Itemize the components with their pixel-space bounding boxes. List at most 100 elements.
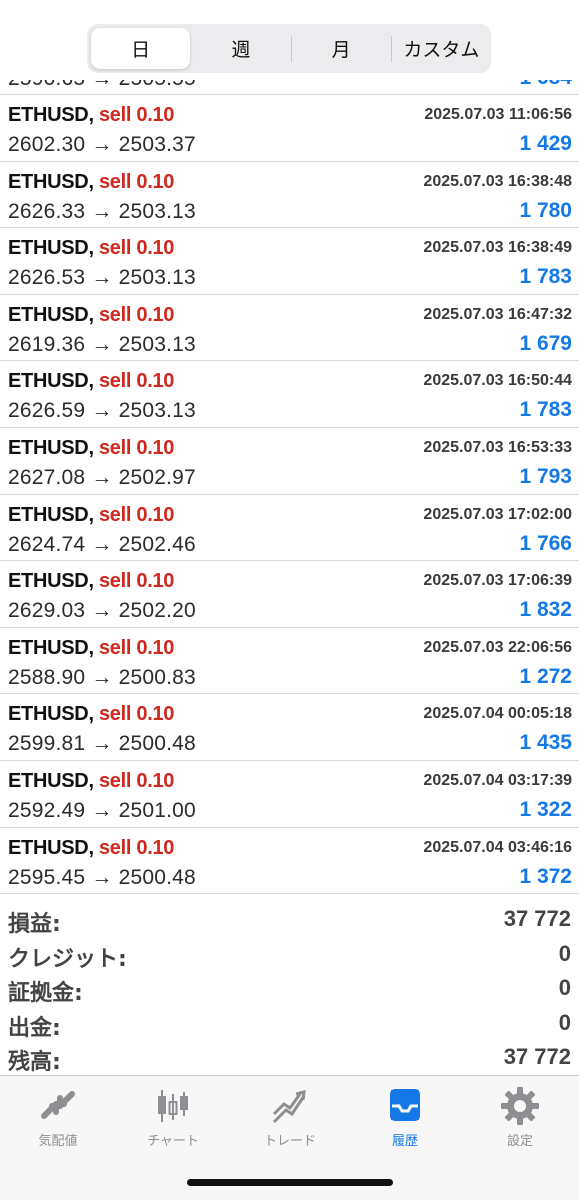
tab-settings-label: 設定	[506, 1134, 533, 1149]
trade-time: 2025.07.03 16:53:33	[423, 438, 572, 456]
period-month-tab[interactable]: 月	[292, 28, 391, 69]
quotes-icon	[41, 1091, 75, 1119]
trade-side: sell 0.10	[98, 436, 175, 459]
trade-side: sell 0.10	[98, 636, 175, 659]
period-week-tab[interactable]: 週	[191, 28, 290, 69]
trade-time: 2025.07.03 22:06:56	[423, 638, 572, 656]
trade-profit: 1 783	[519, 265, 572, 289]
trade-row[interactable]: ETHUSD, sell 0.10 2025.07.03 11:06:56 2602…	[0, 95, 579, 162]
trade-symbol: ETHUSD, sell 0.10	[8, 504, 174, 527]
trade-row[interactable]: ETHUSD, sell 0.10 2025.07.03 16:38:48 2626…	[0, 162, 579, 229]
symbol-text: ETHUSD	[8, 769, 89, 792]
open-price: 2624.74	[8, 532, 86, 556]
trade-prices: 2627.08 → 2502.97	[8, 466, 196, 490]
open-price: 2629.03	[8, 599, 86, 623]
symbol-separator: ,	[88, 370, 99, 393]
symbol-text: ETHUSD	[8, 436, 89, 459]
tab-trade[interactable]: トレード	[250, 1086, 330, 1149]
tab-history[interactable]: 履歴	[365, 1086, 445, 1149]
summary-label: 証拠金:	[8, 981, 83, 1006]
open-price: 2588.90	[8, 665, 86, 689]
close-price: 2502.20	[118, 599, 196, 623]
summary-label: 損益:	[8, 912, 61, 937]
trade-symbol: ETHUSD, sell 0.10	[8, 837, 174, 860]
symbol-text: ETHUSD	[8, 836, 89, 859]
trade-time: 2025.07.04 00:05:18	[423, 705, 572, 723]
trade-prices: 2602.30 → 2503.37	[8, 133, 196, 157]
tab-history-label: 履歴	[391, 1134, 418, 1149]
trade-row[interactable]: ETHUSD, sell 0.10 2025.07.03 16:38:49 2626…	[0, 228, 579, 295]
trade-row[interactable]: ETHUSD, sell 0.10 2025.07.04 00:05:18 2599…	[0, 694, 579, 761]
trade-history-list[interactable]: 2590.65 → 2505.55 1 684 ETHUSD, sell 0.1…	[0, 62, 579, 897]
summary-label: クレジット:	[8, 946, 127, 972]
close-price: 2503.13	[118, 199, 196, 223]
open-price: 2595.45	[8, 865, 86, 889]
arrow-icon: →	[85, 865, 119, 889]
trade-symbol: ETHUSD, sell 0.10	[8, 703, 174, 726]
trade-profit: 1 766	[519, 531, 572, 555]
trade-side: sell 0.10	[98, 703, 175, 726]
trade-prices: 2595.45 → 2500.48	[8, 866, 196, 890]
symbol-separator: ,	[88, 636, 99, 659]
summary-value: 37 772	[503, 906, 571, 931]
home-indicator	[187, 1179, 393, 1186]
trade-profit: 1 435	[519, 731, 572, 755]
symbol-text: ETHUSD	[8, 170, 89, 193]
trade-row[interactable]: ETHUSD, sell 0.10 2025.07.03 16:53:33 2627…	[0, 428, 579, 495]
trade-row[interactable]: ETHUSD, sell 0.10 2025.07.03 17:06:39 2629…	[0, 561, 579, 628]
summary-row: クレジット: 0	[0, 939, 579, 974]
trade-row[interactable]: ETHUSD, sell 0.10 2025.07.03 22:06:56 2588…	[0, 628, 579, 695]
tab-trade-label: トレード	[263, 1134, 316, 1149]
close-price: 2500.83	[118, 665, 196, 689]
symbol-text: ETHUSD	[8, 636, 89, 659]
trade-prices: 2624.74 → 2502.46	[8, 533, 196, 557]
symbol-separator: ,	[88, 570, 99, 593]
symbol-separator: ,	[88, 836, 99, 859]
tab-settings[interactable]: 設定	[480, 1086, 560, 1149]
trade-side: sell 0.10	[98, 370, 175, 393]
symbol-separator: ,	[88, 303, 99, 326]
trade-row[interactable]: ETHUSD, sell 0.10 2025.07.04 03:46:16 2595…	[0, 828, 579, 895]
trade-side: sell 0.10	[98, 503, 175, 526]
tab-quotes[interactable]: 気配値	[18, 1086, 98, 1149]
close-price: 2502.97	[118, 465, 196, 489]
trade-icon	[272, 1090, 306, 1124]
trade-row[interactable]: ETHUSD, sell 0.10 2025.07.03 16:47:32 2619…	[0, 295, 579, 362]
trade-row[interactable]: ETHUSD, sell 0.10 2025.07.03 16:50:44 2626…	[0, 361, 579, 428]
chart-icon	[158, 1090, 188, 1122]
trade-time: 2025.07.03 11:06:56	[424, 106, 572, 123]
trade-prices: 2626.33 → 2503.13	[8, 200, 196, 224]
trade-symbol: ETHUSD, sell 0.10	[8, 370, 174, 393]
summary-value: 0	[558, 1009, 571, 1035]
symbol-text: ETHUSD	[8, 303, 89, 326]
trade-row[interactable]: ETHUSD, sell 0.10 2025.07.04 03:17:39 2592…	[0, 761, 579, 828]
period-custom-tab[interactable]: カスタム	[392, 28, 491, 69]
close-price: 2501.00	[118, 798, 196, 822]
period-day-tab[interactable]: 日	[91, 28, 191, 69]
summary-row: 出金: 0	[0, 1008, 579, 1043]
symbol-text: ETHUSD	[8, 503, 89, 526]
summary-label: 残高:	[8, 1050, 61, 1075]
symbol-separator: ,	[88, 769, 99, 792]
close-price: 2500.48	[118, 865, 196, 889]
trade-profit: 1 783	[519, 398, 572, 422]
close-price: 2503.13	[118, 266, 196, 290]
symbol-text: ETHUSD	[8, 370, 89, 393]
trade-prices: 2599.81 → 2500.48	[8, 732, 196, 756]
trade-time: 2025.07.03 16:47:32	[423, 305, 572, 323]
tab-quotes-label: 気配値	[38, 1134, 78, 1149]
trade-row[interactable]: ETHUSD, sell 0.10 2025.07.03 17:02:00 2624…	[0, 495, 579, 562]
summary-value: 0	[558, 975, 571, 1000]
trade-symbol: ETHUSD, sell 0.10	[8, 570, 174, 593]
trade-profit: 1 679	[519, 331, 572, 355]
account-summary: 損益: 37 772 クレジット: 0 証拠金: 0 出金: 0 残高: 37 772	[0, 904, 579, 1077]
summary-value: 0	[558, 940, 571, 966]
trade-symbol: ETHUSD, sell 0.10	[8, 171, 174, 194]
trade-side: sell 0.10	[98, 836, 175, 859]
open-price: 2627.08	[8, 465, 86, 489]
tab-chart[interactable]: チャート	[133, 1086, 213, 1149]
trade-prices: 2592.49 → 2501.00	[8, 799, 196, 823]
summary-label: 出金:	[8, 1015, 61, 1041]
close-price: 2503.37	[118, 133, 196, 156]
close-price: 2502.46	[118, 532, 196, 556]
